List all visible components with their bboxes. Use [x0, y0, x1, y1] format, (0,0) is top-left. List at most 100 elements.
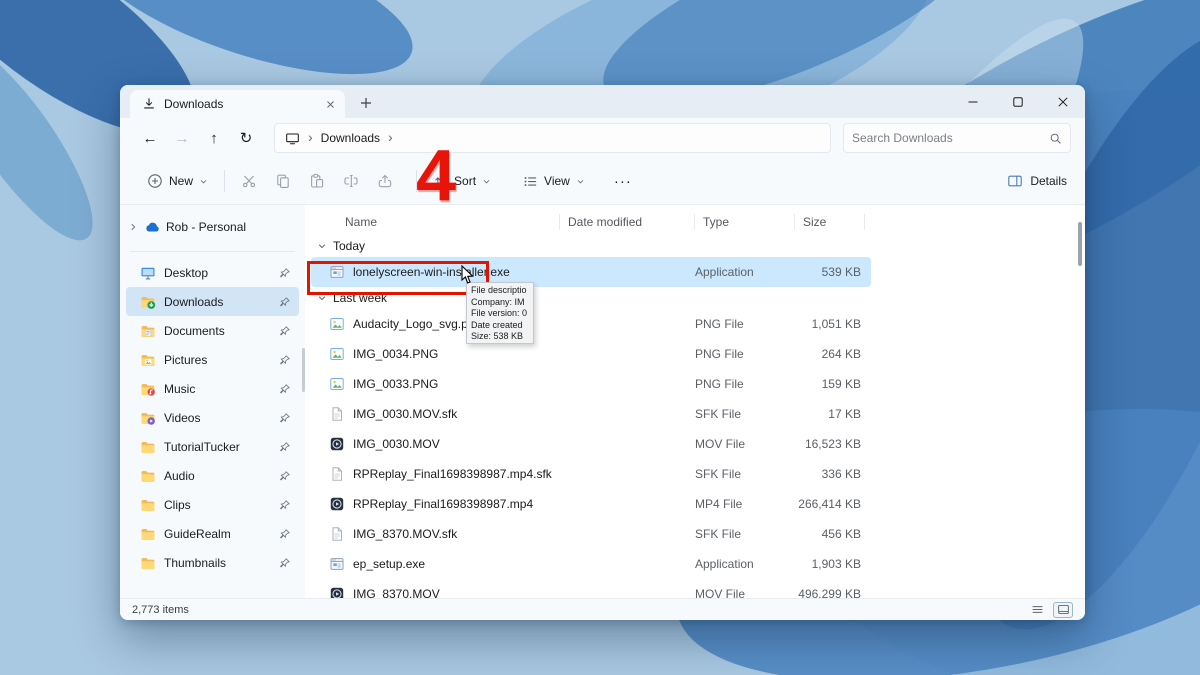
more-options-icon[interactable]: ··· [606, 173, 640, 190]
file-name-cell: RPReplay_Final1698398987.mp4.sfk [329, 466, 560, 482]
sidebar-item-desktop[interactable]: Desktop [126, 258, 299, 287]
explorer-content: Rob - Personal Desktop Downloads Documents… [120, 205, 1085, 598]
file-name-cell: RPReplay_Final1698398987.mp4 [329, 496, 560, 512]
navigation-pane: Rob - Personal Desktop Downloads Documents… [120, 205, 305, 598]
chevron-right-icon [128, 222, 138, 232]
file-row[interactable]: ep_setup.exe Application 1,903 KB [311, 549, 871, 579]
address-bar[interactable]: › Downloads › [274, 123, 831, 153]
file-row[interactable]: IMG_8370.MOV.sfk SFK File 456 KB [311, 519, 871, 549]
window-controls [950, 85, 1085, 118]
sidebar-item-guiderealm[interactable]: GuideRealm [126, 519, 299, 548]
chevron-down-icon [317, 293, 327, 303]
documents-icon [140, 323, 156, 339]
paste-icon[interactable] [300, 164, 334, 198]
file-size: 496,299 KB [798, 587, 861, 598]
details-button-label: Details [1030, 174, 1067, 188]
sidebar-item-label: Music [164, 381, 196, 396]
plus-circle-icon [147, 173, 163, 189]
copy-icon[interactable] [266, 164, 300, 198]
sidebar-item-pictures[interactable]: Pictures [126, 345, 299, 374]
maximize-button[interactable] [995, 85, 1040, 118]
app-file-icon [329, 264, 345, 280]
sidebar-item-videos[interactable]: Videos [126, 403, 299, 432]
file-name-cell: IMG_0030.MOV.sfk [329, 406, 560, 422]
file-name-cell: IMG_0033.PNG [329, 376, 560, 392]
file-type: PNG File [695, 317, 744, 331]
breadcrumb-chevron: › [308, 129, 313, 145]
file-list-scrollbar[interactable] [1078, 222, 1082, 266]
back-icon[interactable]: ← [134, 123, 166, 153]
tab-title: Downloads [164, 97, 224, 111]
column-header-date-modified[interactable]: Date modified [560, 214, 695, 230]
refresh-icon[interactable]: ↻ [230, 123, 262, 153]
search-box[interactable] [843, 123, 1071, 153]
file-row[interactable]: IMG_0030.MOV MOV File 16,523 KB [311, 429, 871, 459]
rename-icon[interactable] [334, 164, 368, 198]
file-size: 1,903 KB [811, 557, 861, 571]
group-header-today[interactable]: Today [317, 235, 1085, 257]
forward-icon[interactable]: → [166, 123, 198, 153]
details-button[interactable]: Details [1007, 173, 1067, 189]
up-icon[interactable]: ↑ [198, 123, 230, 153]
new-button[interactable]: New [138, 167, 217, 195]
file-size: 539 KB [821, 265, 861, 279]
image-file-icon [329, 316, 345, 332]
file-row[interactable]: RPReplay_Final1698398987.mp4.sfk SFK File… [311, 459, 871, 489]
column-header-name[interactable]: Name [329, 214, 560, 230]
file-row[interactable]: RPReplay_Final1698398987.mp4 MP4 File 266,… [311, 489, 871, 519]
file-row[interactable]: IMG_0034.PNG PNG File 264 KB [311, 339, 871, 369]
search-input[interactable] [852, 131, 1049, 145]
file-type: MP4 File [695, 497, 743, 511]
toolbar-divider [224, 170, 226, 192]
share-icon[interactable] [368, 164, 402, 198]
sidebar-item-documents[interactable]: Documents [126, 316, 299, 345]
file-row[interactable]: IMG_8370.MOV MOV File 496,299 KB [311, 579, 871, 598]
image-file-icon [329, 346, 345, 362]
file-file-icon [329, 406, 345, 422]
breadcrumb-downloads[interactable]: Downloads [321, 131, 380, 145]
file-size: 264 KB [821, 347, 861, 361]
sidebar-item-label: Pictures [164, 352, 208, 367]
file-size: 159 KB [821, 377, 861, 391]
column-header-size[interactable]: Size [795, 214, 865, 230]
view-list-icon [523, 174, 538, 189]
file-row[interactable]: Audacity_Logo_svg.png PNG File 1,051 KB [311, 309, 871, 339]
sidebar-item-label: Clips [164, 497, 191, 512]
group-header-last-week[interactable]: Last week [317, 287, 1085, 309]
details-pane-icon [1007, 173, 1023, 189]
column-header-type[interactable]: Type [695, 214, 795, 230]
sidebar-item-label: GuideRealm [164, 526, 231, 541]
file-name-cell: ep_setup.exe [329, 556, 560, 572]
file-row[interactable]: lonelyscreen-win-installer.exe Applicatio… [307, 257, 871, 295]
close-button[interactable] [1040, 85, 1085, 118]
sidebar-item-tutorialtucker[interactable]: TutorialTucker [126, 432, 299, 461]
folder-icon [140, 439, 156, 455]
file-row[interactable]: IMG_0033.PNG PNG File 159 KB [311, 369, 871, 399]
tab-downloads[interactable]: Downloads [130, 90, 345, 118]
tooltip-line: Date created [471, 319, 523, 330]
details-view-icon[interactable] [1027, 602, 1047, 618]
status-bar: 2,773 items [120, 598, 1085, 620]
tab-close-icon[interactable] [321, 95, 339, 113]
new-tab-button[interactable] [353, 90, 379, 116]
view-button-label: View [544, 174, 570, 188]
file-type: SFK File [695, 467, 742, 481]
download-icon [142, 97, 156, 111]
sidebar-item-music[interactable]: Music [126, 374, 299, 403]
sidebar-item-onedrive[interactable]: Rob - Personal [120, 213, 305, 241]
view-button[interactable]: View [514, 168, 594, 195]
sidebar-item-audio[interactable]: Audio [126, 461, 299, 490]
cut-icon[interactable] [232, 164, 266, 198]
large-thumbnails-view-icon[interactable] [1053, 601, 1073, 618]
file-name-cell: lonelyscreen-win-installer.exe [307, 261, 560, 295]
file-list-pane: Name Date modified Type Size Today lonelyscr… [305, 205, 1085, 598]
sidebar-item-thumbnails[interactable]: Thumbnails [126, 548, 299, 577]
file-name: IMG_8370.MOV [353, 587, 440, 598]
sidebar-item-clips[interactable]: Clips [126, 490, 299, 519]
file-file-icon [329, 526, 345, 542]
minimize-button[interactable] [950, 85, 995, 118]
this-pc-icon [285, 131, 300, 146]
sidebar-item-label: Desktop [164, 265, 209, 280]
sidebar-item-downloads[interactable]: Downloads [126, 287, 299, 316]
file-row[interactable]: IMG_0030.MOV.sfk SFK File 17 KB [311, 399, 871, 429]
